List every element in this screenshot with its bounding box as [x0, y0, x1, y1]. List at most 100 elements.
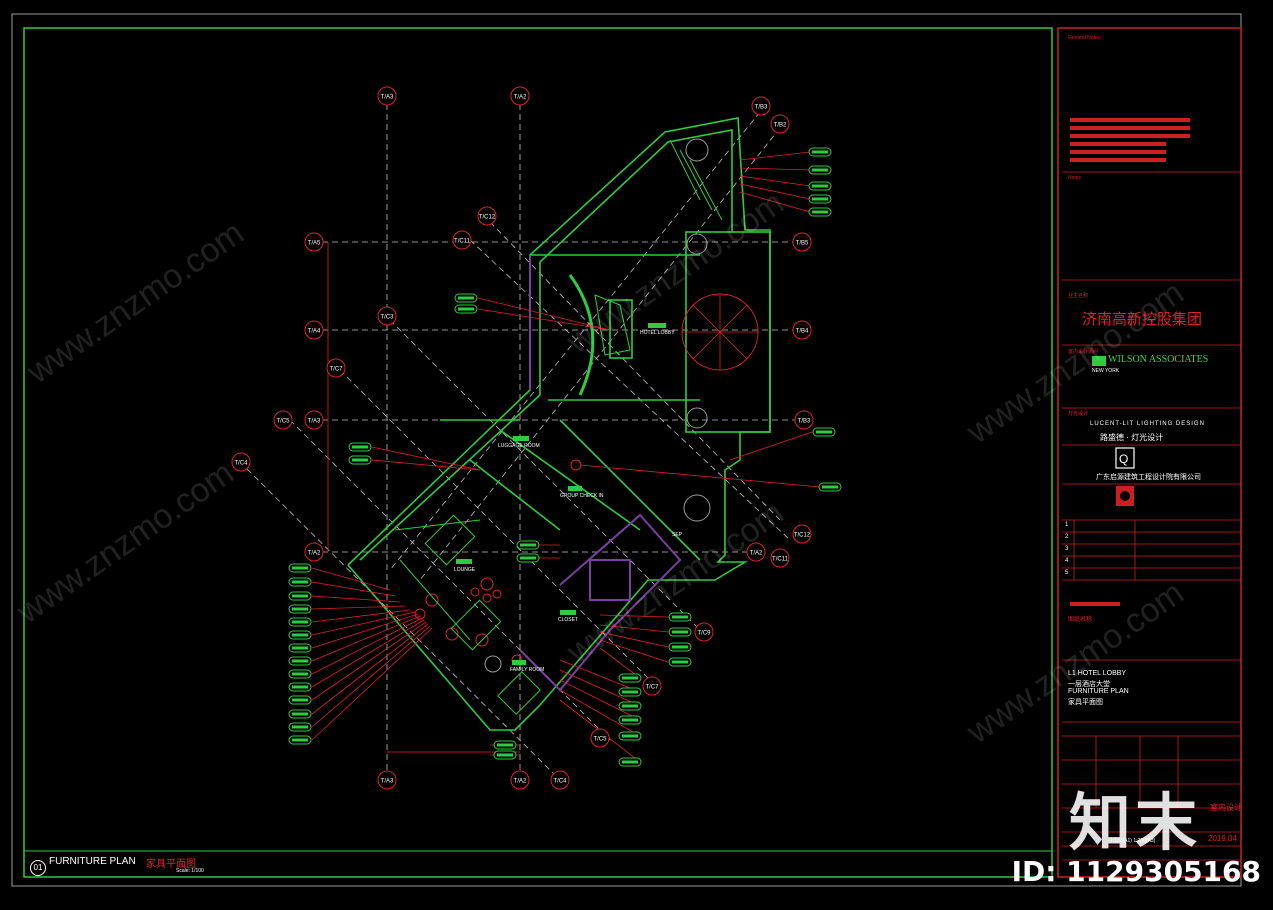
fixture-tag-fill	[292, 725, 308, 729]
fixture-tag-fill	[812, 150, 828, 154]
fixture-tag-fill	[520, 543, 536, 547]
fixture-tag-fill	[672, 615, 688, 619]
fixture-tag-fill	[812, 168, 828, 172]
grid-axis-label: T/B3	[755, 105, 768, 111]
local-design: 广东启源建筑工程设计院有限公司	[1096, 474, 1201, 481]
grid-axis-marker: T/A3	[377, 86, 397, 106]
grid-axis-marker: T/B3	[794, 410, 814, 430]
room-label-family: FAMILY ROOM	[510, 667, 545, 673]
grid-axis-label: T/A3	[381, 95, 394, 101]
drawing-frame	[23, 27, 1053, 878]
grid-axis-marker: T/B3	[751, 96, 771, 116]
logo-marks: Q	[1092, 356, 1135, 506]
grid-axis-marker: T/C7	[326, 358, 346, 378]
grid-axis-marker: T/C5	[590, 728, 610, 748]
client-name: 济南高新控股集团	[1082, 311, 1203, 328]
service-walls	[519, 255, 682, 692]
fixture-tag-fill	[292, 672, 308, 676]
grid-axis-label: T/A4	[308, 329, 321, 335]
fixture-tag-fill	[822, 485, 838, 489]
fixture-tag-fill	[352, 445, 368, 449]
grid-axis-label: T/A2	[514, 95, 527, 101]
image-id-text: ID: 1129305168	[1011, 855, 1261, 888]
fixture-tag-fill	[292, 620, 308, 624]
fixture-tag-fill	[622, 718, 638, 722]
fixture-tag-fill	[292, 580, 308, 584]
grid-axis-marker: T/C9	[694, 622, 714, 642]
general-notes-heading: General Notes	[1068, 35, 1101, 41]
room-label-lounge: LOUNGE	[454, 567, 476, 573]
grid-axis-marker: T/A2	[746, 542, 766, 562]
designer-label: 室内设计顾问	[1068, 349, 1099, 355]
drawing-name-3: FURNITURE PLAN	[1068, 688, 1129, 695]
client-label: 业主名称	[1068, 293, 1089, 299]
fixture-tag-fill	[622, 734, 638, 738]
grid-axis-label: T/A2	[308, 551, 321, 557]
fixture-tag-fill	[812, 184, 828, 188]
grid-lines	[239, 104, 800, 781]
tag-bubbles	[288, 147, 842, 767]
grid-axis-marker: T/A5	[304, 232, 324, 252]
grid-axis-marker: T/C5	[273, 410, 293, 430]
grid-axis-label: T/C12	[479, 215, 496, 221]
grid-axis-label: T/C9	[697, 631, 711, 637]
grid-axis-label: T/A2	[750, 551, 763, 557]
grid-axis-label: T/C5	[276, 419, 290, 425]
room-label-sep: SEP	[672, 532, 683, 538]
wilson-city: NEW YORK	[1092, 368, 1120, 374]
grid-axis-label: T/A3	[308, 419, 321, 425]
grid-axis-label: T/A3	[381, 779, 394, 785]
fixture-tag-fill	[292, 738, 308, 742]
dimension-lines	[327, 242, 520, 753]
grid-axis-label: T/C7	[329, 367, 343, 373]
grid-axis-label: T/C11	[772, 557, 789, 563]
rev-row-5: 5	[1065, 570, 1069, 576]
lighting-en: LUCENT-LIT LIGHTING DESIGN	[1090, 421, 1205, 427]
wilson-associates: WILSON ASSOCIATES	[1108, 354, 1209, 365]
fixture-tag-fill	[622, 704, 638, 708]
stair-and-reception	[568, 139, 723, 396]
rev-row-2: 2	[1065, 534, 1069, 540]
fixture-tag-fill	[816, 430, 832, 434]
fixture-tag-fill	[520, 556, 536, 560]
drawing-title-en: FURNITURE PLAN	[49, 856, 136, 867]
drawing-name-label: 图纸名称	[1068, 617, 1093, 623]
fixture-tag-fill	[497, 743, 513, 747]
room-label-hotel-lobby: HOTEL LOBBY	[640, 330, 675, 336]
grid-axis-marker: T/A3	[377, 770, 397, 790]
room-label-luggage: LUGGAGE ROOM	[498, 443, 540, 449]
grid-axis-marker: T/C3	[377, 306, 397, 326]
grid-axis-marker: T/C11	[452, 230, 472, 250]
fixture-tag-fill	[672, 660, 688, 664]
fixture-tag-fill	[292, 698, 308, 702]
fixture-tag-fill	[812, 210, 828, 214]
fixture-tag-fill	[622, 760, 638, 764]
drawing-name-4: 家具平面图	[1068, 699, 1103, 706]
grid-axis-label: T/B4	[796, 329, 809, 335]
fixture-tag-fill	[672, 645, 688, 649]
grid-axis-marker: T/A2	[304, 542, 324, 562]
lighting-cn: 路盛德 · 灯光设计	[1100, 433, 1164, 442]
fixture-tag-fill	[292, 659, 308, 663]
rev-row-4: 4	[1065, 558, 1069, 564]
grid-axis-label: T/A2	[514, 779, 527, 785]
fixture-tag-fill	[497, 753, 513, 757]
grid-axis-label: T/C7	[645, 685, 659, 691]
fixture-tag-fill	[292, 685, 308, 689]
title-block-lines	[1062, 171, 1241, 861]
rev-row-3: 3	[1065, 546, 1069, 552]
grid-axis-marker: T/B4	[792, 320, 812, 340]
discipline: 室内设计	[1210, 803, 1242, 812]
lighting-label: 灯光设计	[1068, 411, 1089, 417]
grid-axis-label: T/C12	[794, 533, 811, 539]
fixture-tag-fill	[292, 594, 308, 598]
fixture-tag-fill	[292, 633, 308, 637]
fixture-tag-fill	[812, 197, 828, 201]
grid-axis-label: T/B3	[798, 419, 811, 425]
svg-text:Q: Q	[1119, 452, 1128, 466]
title-block-frame	[1057, 27, 1242, 878]
fixture-tag-fill	[352, 458, 368, 462]
grid-axis-label: T/C4	[553, 779, 567, 785]
grid-axis-label: T/B2	[774, 123, 787, 129]
leader-lines	[311, 151, 821, 763]
